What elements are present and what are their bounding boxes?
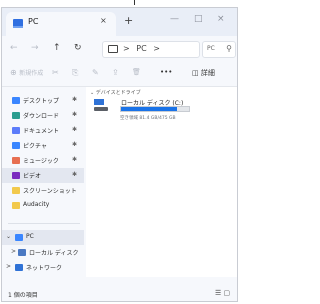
view-mode-toggle[interactable]: ☰ ▢ xyxy=(215,289,230,297)
refresh-button[interactable]: ↻ xyxy=(74,43,82,53)
status-bar: 1 個の項目 ☰ ▢ xyxy=(2,287,237,301)
command-bar: ⊕ 新規作成 ✂ ⎘ ✎ ⇪ 🗑 ••• ◫ 詳細 xyxy=(2,62,237,87)
sidebar-item-pictures[interactable]: ピクチャ ✱ xyxy=(2,138,84,153)
sidebar-item-label: ローカル ディスク xyxy=(29,250,79,257)
sidebar-item-label: ビデオ xyxy=(23,173,42,180)
pictures-icon xyxy=(12,142,20,149)
sidebar-divider xyxy=(8,223,80,224)
back-button[interactable]: ← xyxy=(10,43,18,53)
sidebar-item-downloads[interactable]: ダウンロード ✱ xyxy=(2,108,84,123)
expand-chevron-icon[interactable]: > xyxy=(11,248,16,255)
cut-button[interactable]: ✂ xyxy=(52,68,59,77)
pin-icon: ✱ xyxy=(72,156,78,163)
network-icon xyxy=(15,264,23,271)
sidebar-item-desktop[interactable]: デスクトップ ✱ xyxy=(2,93,84,108)
search-box[interactable]: PC ⚲ xyxy=(202,41,236,58)
maximize-button[interactable]: □ xyxy=(194,14,203,24)
new-icon: ⊕ xyxy=(10,68,17,77)
windows-logo-icon xyxy=(94,99,104,105)
minimize-button[interactable]: — xyxy=(170,14,179,24)
more-options-button[interactable]: ••• xyxy=(160,68,172,76)
title-bar: PC × + — □ × xyxy=(2,8,237,36)
pin-icon: ✱ xyxy=(72,171,78,178)
copy-button[interactable]: ⎘ xyxy=(72,68,78,78)
sidebar-item-label: ダウンロード xyxy=(23,113,60,120)
pc-icon xyxy=(13,19,23,28)
path-chevron[interactable]: > xyxy=(153,44,160,53)
sidebar-item-local-disk[interactable]: > ローカル ディスク xyxy=(2,245,84,260)
sidebar-item-network[interactable]: > ネットワーク xyxy=(2,260,84,275)
sidebar-item-screenshots[interactable]: スクリーンショット xyxy=(2,183,84,198)
path-separator: > xyxy=(123,44,130,53)
sidebar-item-label: Audacity xyxy=(23,201,50,208)
drive-icon xyxy=(18,249,26,256)
search-icon: ⚲ xyxy=(226,44,232,53)
sidebar-item-audacity[interactable]: Audacity xyxy=(2,198,84,213)
music-icon xyxy=(12,157,20,164)
sidebar-item-label: ドキュメント xyxy=(23,128,60,135)
folder-icon xyxy=(12,187,20,194)
sidebar-item-label: デスクトップ xyxy=(23,98,60,105)
item-count: 1 個の項目 xyxy=(8,292,38,299)
pin-icon: ✱ xyxy=(72,111,78,118)
address-bar[interactable]: > PC > xyxy=(102,41,200,58)
tab-label: PC xyxy=(28,17,39,26)
close-window-button[interactable]: × xyxy=(217,14,225,24)
drive-item-c[interactable]: ローカル ディスク (C:) 空き領域 81.4 GB/475 GB xyxy=(90,96,190,124)
sidebar-item-pc[interactable]: ⌄ PC xyxy=(2,230,84,245)
document-icon xyxy=(12,127,20,134)
forward-button[interactable]: → xyxy=(31,43,39,53)
sidebar-item-label: ネットワーク xyxy=(26,265,63,272)
sidebar-item-music[interactable]: ミュージック ✱ xyxy=(2,153,84,168)
folder-icon xyxy=(12,202,20,209)
text-cursor xyxy=(134,0,135,5)
sidebar-item-label: ミュージック xyxy=(23,158,59,165)
sidebar-item-label: ピクチャ xyxy=(23,143,47,150)
tab-pc[interactable]: PC × xyxy=(6,12,116,36)
address-row: ← → ↑ ↻ > PC > PC ⚲ xyxy=(2,36,237,62)
new-tab-button[interactable]: + xyxy=(124,15,133,26)
sidebar-item-documents[interactable]: ドキュメント ✱ xyxy=(2,123,84,138)
pin-icon: ✱ xyxy=(72,96,78,103)
download-icon xyxy=(12,112,20,119)
drive-free-space: 空き領域 81.4 GB/475 GB xyxy=(120,116,176,121)
share-button[interactable]: ⇪ xyxy=(112,68,119,77)
pin-icon: ✱ xyxy=(72,126,78,133)
desktop-icon xyxy=(12,97,20,104)
expand-chevron-icon[interactable]: > xyxy=(6,263,11,270)
video-icon xyxy=(12,172,20,179)
content-pane: ⌄ デバイスとドライブ ローカル ディスク (C:) 空き領域 81.4 GB/… xyxy=(86,87,237,277)
up-button[interactable]: ↑ xyxy=(53,43,61,53)
drive-base-icon xyxy=(94,107,108,111)
path-location[interactable]: PC xyxy=(136,44,146,53)
drive-usage-bar xyxy=(120,106,190,112)
details-label: 詳細 xyxy=(200,69,215,77)
pin-icon: ✱ xyxy=(72,141,78,148)
details-icon: ◫ xyxy=(192,69,199,77)
tab-close-button[interactable]: × xyxy=(100,16,107,25)
search-placeholder: PC xyxy=(207,45,215,52)
delete-button[interactable]: 🗑 xyxy=(132,68,141,76)
pc-icon xyxy=(15,234,23,241)
new-button-label: 新規作成 xyxy=(19,70,44,77)
rename-button[interactable]: ✎ xyxy=(92,68,99,77)
address-path: > PC > xyxy=(123,44,160,53)
details-button[interactable]: ◫ 詳細 xyxy=(192,68,215,78)
sidebar-item-label: スクリーンショット xyxy=(23,188,77,195)
group-header[interactable]: ⌄ デバイスとドライブ xyxy=(90,89,141,96)
navigation-pane: デスクトップ ✱ ダウンロード ✱ ドキュメント ✱ ピクチャ ✱ ミュージック… xyxy=(2,87,84,277)
monitor-icon xyxy=(108,45,118,53)
file-explorer-window: PC × + — □ × ← → ↑ ↻ > PC > PC ⚲ ⊕ 新規作成 xyxy=(1,7,238,302)
sidebar-item-label: PC xyxy=(26,233,34,240)
new-button[interactable]: ⊕ 新規作成 xyxy=(10,68,43,77)
expand-chevron-icon[interactable]: ⌄ xyxy=(6,233,11,240)
drive-icon xyxy=(94,99,108,111)
drive-usage-fill xyxy=(121,107,178,111)
sidebar-item-videos[interactable]: ビデオ ✱ xyxy=(2,168,84,183)
